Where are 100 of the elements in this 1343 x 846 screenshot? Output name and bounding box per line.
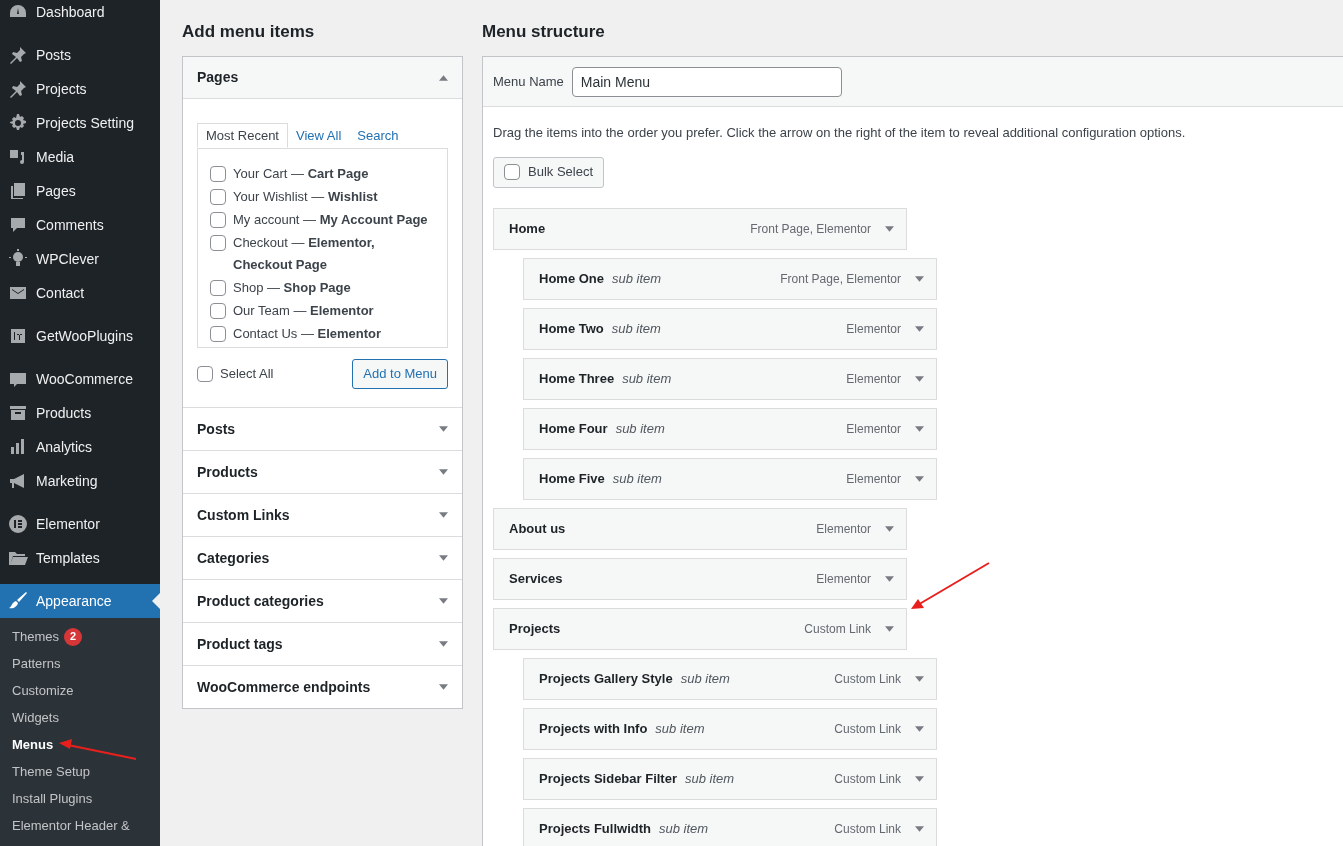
tab[interactable]: View All: [288, 123, 350, 148]
menu-item-bar[interactable]: Home One sub item Front Page, Elementor: [523, 257, 937, 300]
expand-arrow-icon[interactable]: [439, 641, 448, 647]
settings-icon: [8, 113, 28, 133]
sidebar-item[interactable]: Products: [0, 396, 160, 430]
expand-arrow-icon[interactable]: [915, 725, 924, 732]
expand-arrow-icon[interactable]: [439, 684, 448, 690]
sidebar-item[interactable]: Analytics: [0, 430, 160, 464]
menu-item-title: Services: [509, 569, 563, 588]
paintbrush-icon: [8, 591, 28, 611]
expand-arrow-icon[interactable]: [885, 625, 894, 632]
sidebar-item[interactable]: Elementor: [0, 507, 160, 541]
expand-arrow-icon[interactable]: [439, 469, 448, 475]
pin-icon: [8, 79, 28, 99]
submenu-item[interactable]: Install Plugins: [12, 785, 93, 812]
sidebar-item[interactable]: Comments: [0, 208, 160, 242]
count-badge: 2: [63, 627, 82, 646]
item-type-label: Front Page, Elementor: [750, 220, 871, 238]
sidebar-item[interactable]: Pages: [0, 174, 160, 208]
tab[interactable]: Search: [349, 123, 407, 148]
expand-arrow-icon[interactable]: [885, 225, 894, 232]
select-all-checkbox[interactable]: [197, 366, 213, 382]
checkbox[interactable]: [210, 166, 226, 182]
sidebar-item[interactable]: WPClever: [0, 242, 160, 276]
expand-arrow-icon[interactable]: [915, 375, 924, 382]
sidebar-item[interactable]: Projects: [0, 72, 160, 106]
menu-item-bar[interactable]: Services Elementor: [493, 557, 907, 600]
submenu-item[interactable]: Patterns: [12, 650, 61, 677]
page-option-label: Checkout — Elementor, Checkout Page: [233, 234, 376, 274]
bulk-select-button[interactable]: Bulk Select: [493, 156, 605, 188]
menu-item-title: Home Five: [539, 469, 605, 488]
checkbox[interactable]: [210, 189, 226, 205]
menu-item-title: Projects Sidebar Filter: [539, 769, 677, 788]
submenu-item[interactable]: Widgets: [12, 704, 59, 731]
sidebar-item[interactable]: Media: [0, 140, 160, 174]
accordion-header[interactable]: Pages: [183, 57, 462, 99]
sub-item-label: sub item: [622, 369, 672, 388]
menu-name-field[interactable]: Main Menu: [571, 66, 842, 97]
expand-arrow-icon[interactable]: [439, 426, 448, 432]
menu-item-bar[interactable]: Home Three sub item Elementor: [523, 357, 937, 400]
expand-arrow-icon[interactable]: [915, 825, 924, 832]
archive-icon: [8, 403, 28, 423]
page-option-label: My account — My Account Page: [233, 211, 428, 229]
submenu-item[interactable]: Elementor Header &: [12, 812, 130, 839]
menu-item-bar[interactable]: Projects Fullwidth sub item Custom Link: [523, 807, 937, 846]
menu-item-title: Projects: [509, 619, 561, 638]
bulk-select-checkbox[interactable]: [504, 164, 520, 180]
expand-arrow-icon[interactable]: [915, 675, 924, 682]
expand-arrow-icon[interactable]: [915, 425, 924, 432]
expand-arrow-icon[interactable]: [915, 775, 924, 782]
menu-item-title: Home One: [539, 269, 604, 288]
submenu-item[interactable]: Menus: [12, 731, 54, 758]
expand-arrow-icon[interactable]: [915, 325, 924, 332]
sidebar-item[interactable]: WooCommerce: [0, 362, 160, 396]
pages-icon: [8, 181, 28, 201]
menu-item-bar[interactable]: Home Two sub item Elementor: [523, 307, 937, 350]
expand-arrow-icon[interactable]: [439, 555, 448, 561]
sidebar-item[interactable]: GetWooPlugins: [0, 319, 160, 353]
add-to-menu-button[interactable]: Add to Menu: [352, 359, 448, 389]
expand-arrow-icon[interactable]: [439, 598, 448, 604]
checkbox[interactable]: [210, 303, 226, 319]
menu-item-bar[interactable]: About us Elementor: [493, 507, 907, 550]
expand-arrow-icon[interactable]: [885, 525, 894, 532]
submenu-item[interactable]: Theme Setup: [12, 758, 91, 785]
checkbox[interactable]: [210, 235, 226, 251]
menu-item-bar[interactable]: Home Four sub item Elementor: [523, 407, 937, 450]
menu-item-bar[interactable]: Home Front Page, Elementor: [493, 207, 907, 250]
sidebar-item[interactable]: Marketing: [0, 464, 160, 498]
expand-arrow-icon[interactable]: [915, 475, 924, 482]
item-type-label: Elementor: [846, 370, 901, 388]
sub-item-label: sub item: [615, 419, 665, 438]
current-pointer-icon: [152, 593, 160, 609]
checkbox[interactable]: [210, 212, 226, 228]
collapse-arrow-icon[interactable]: [439, 74, 448, 81]
menu-item-bar[interactable]: Projects Sidebar Filter sub item Custom Link: [523, 757, 937, 800]
section-heading: Add menu items: [182, 21, 316, 43]
sidebar-item[interactable]: Posts: [0, 38, 160, 72]
expand-arrow-icon[interactable]: [885, 575, 894, 582]
checkbox[interactable]: [210, 280, 226, 296]
item-type-label: Custom Link: [834, 720, 901, 738]
menu-item-bar[interactable]: Projects Custom Link: [493, 607, 907, 650]
sub-item-label: sub item: [611, 319, 661, 338]
menu-name-label: Menu Name: [493, 72, 564, 91]
menu-item-bar[interactable]: Projects with Info sub item Custom Link: [523, 707, 937, 750]
tab[interactable]: Most Recent: [197, 123, 288, 148]
menu-item-bar[interactable]: Home Five sub item Elementor: [523, 457, 937, 500]
expand-arrow-icon[interactable]: [915, 275, 924, 282]
sidebar-item[interactable]: Dashboard: [0, 0, 160, 29]
sub-item-label: sub item: [685, 769, 735, 788]
menu-item-title: Projects Fullwidth: [539, 819, 651, 838]
sidebar-item[interactable]: Projects Setting: [0, 106, 160, 140]
sidebar-item[interactable]: Templates: [0, 541, 160, 575]
submenu-item[interactable]: Customize: [12, 677, 74, 704]
submenu-item[interactable]: Themes 2: [12, 623, 82, 650]
checkbox[interactable]: [210, 326, 226, 342]
sidebar-item[interactable]: Contact: [0, 276, 160, 310]
menu-item-bar[interactable]: Projects Gallery Style sub item Custom Link: [523, 657, 937, 700]
expand-arrow-icon[interactable]: [439, 512, 448, 518]
select-all-label: Select All: [220, 365, 274, 384]
sidebar-item[interactable]: Appearance: [0, 584, 160, 618]
